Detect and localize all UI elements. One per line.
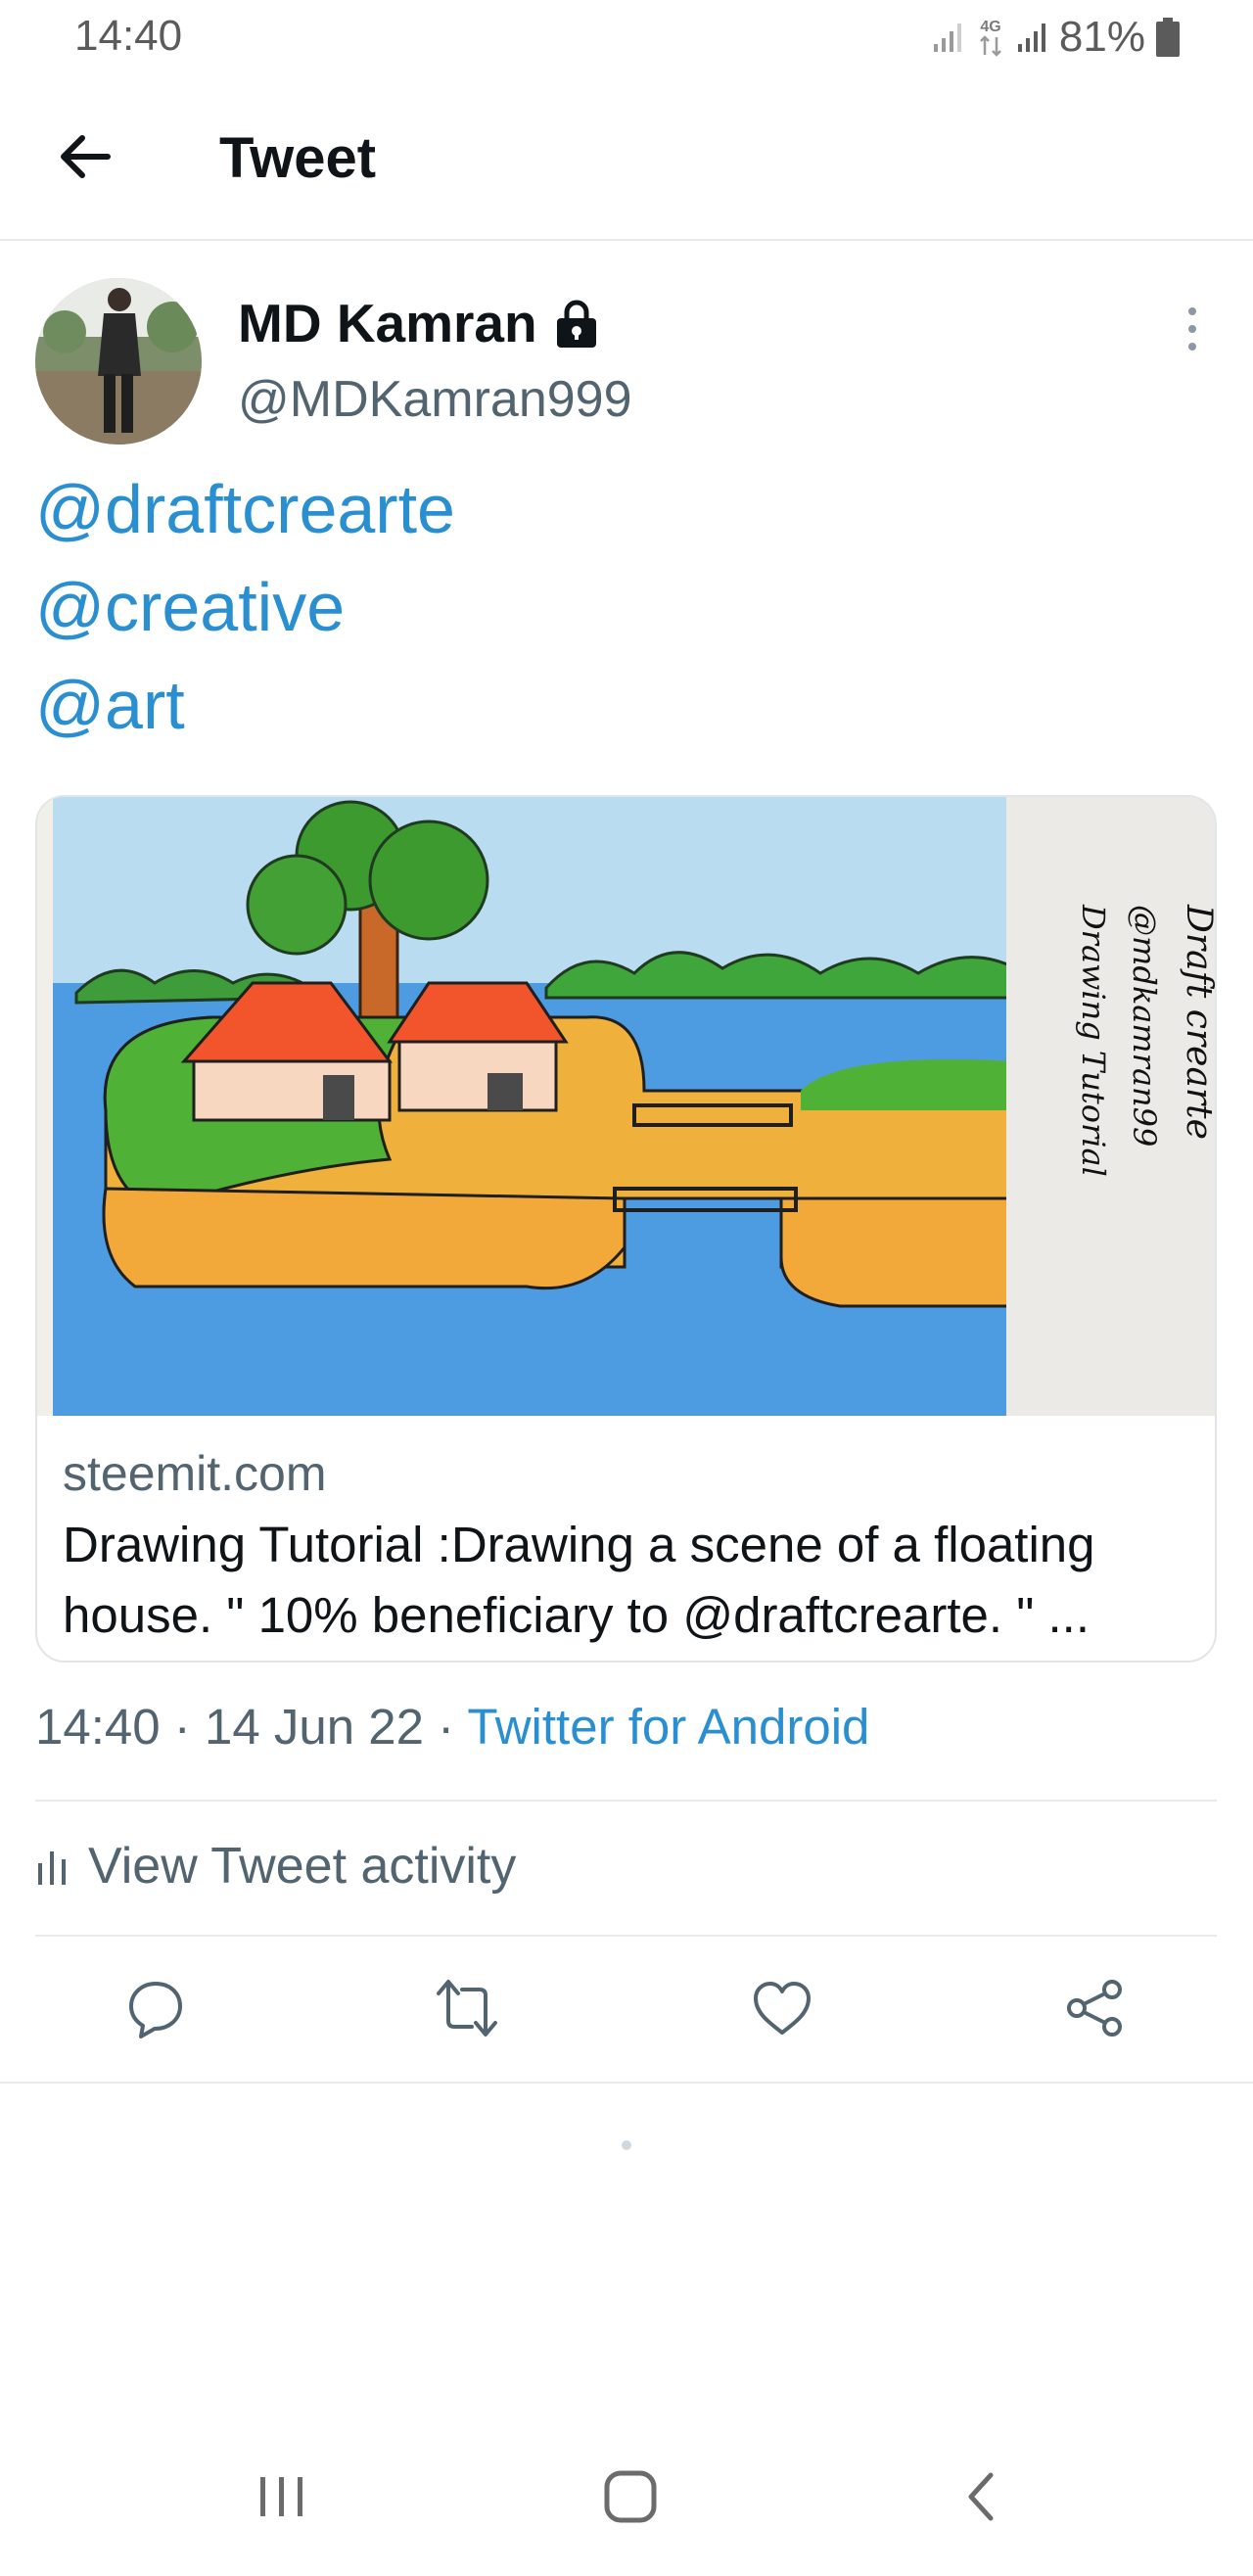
top-app-bar: Tweet	[0, 108, 1253, 241]
view-tweet-activity[interactable]: View Tweet activity	[35, 1837, 516, 1896]
network-label: 4G	[980, 19, 1000, 35]
divider	[0, 2082, 1253, 2084]
author-name-row[interactable]: MD Kamran	[238, 292, 600, 354]
loading-indicator	[622, 2140, 631, 2150]
status-icons: 4G 81%	[932, 12, 1181, 63]
mention-link[interactable]: @draftcrearte	[35, 460, 455, 558]
card-image-caption: Draft crearte	[1179, 904, 1217, 1140]
divider	[35, 1935, 1217, 1937]
mention-link[interactable]: @art	[35, 656, 455, 754]
page-title: Tweet	[219, 126, 377, 190]
meta-separator: ·	[173, 1699, 191, 1755]
reply-icon[interactable]	[123, 1976, 188, 2040]
battery-icon	[1156, 18, 1180, 57]
tweet-text: @draftcrearte @creative @art	[35, 460, 455, 754]
tweet-timestamp: 14:40 · 14 Jun 22 · Twitter for Android	[35, 1698, 869, 1756]
activity-label: View Tweet activity	[88, 1838, 517, 1895]
avatar[interactable]	[35, 278, 202, 445]
card-image-caption: Drawing Tutorial	[1075, 904, 1112, 1177]
network-4g-icon: 4G	[980, 19, 1001, 57]
share-icon[interactable]	[1063, 1976, 1128, 2040]
status-time: 14:40	[74, 12, 183, 60]
meta-separator: ·	[438, 1699, 455, 1755]
signal-icon	[933, 23, 961, 52]
tweet-source-link[interactable]: Twitter for Android	[467, 1699, 869, 1755]
divider	[35, 1800, 1217, 1802]
card-title: Drawing Tutorial :Drawing a scene of a f…	[63, 1517, 1095, 1643]
tweet-time: 14:40	[35, 1699, 161, 1755]
recents-icon[interactable]	[253, 2467, 311, 2526]
activity-chart-icon	[38, 1851, 66, 1885]
tweet-date: 14 Jun 22	[204, 1699, 424, 1755]
display-name[interactable]: MD Kamran	[238, 292, 537, 354]
mention-link[interactable]: @creative	[35, 558, 455, 656]
link-preview-card[interactable]: Draft crearte @mdkamran99 Drawing Tutori…	[35, 795, 1217, 1663]
battery-percentage: 81%	[1058, 13, 1145, 61]
signal-icon	[1017, 23, 1045, 52]
card-image[interactable]: Draft crearte @mdkamran99 Drawing Tutori…	[37, 797, 1217, 1416]
retweet-icon[interactable]	[435, 1976, 499, 2040]
lock-icon	[556, 300, 596, 348]
like-icon[interactable]	[750, 1976, 814, 2040]
arrow-left-icon[interactable]	[55, 127, 114, 186]
back-icon[interactable]	[953, 2467, 1012, 2526]
card-image-caption: @mdkamran99	[1126, 905, 1163, 1147]
status-bar: 14:40 4G 81%	[0, 0, 1253, 76]
home-icon[interactable]	[601, 2467, 660, 2526]
card-domain: steemit.com	[63, 1446, 327, 1501]
more-options-icon[interactable]	[1175, 304, 1210, 354]
username[interactable]: @MDKamran999	[238, 370, 632, 429]
